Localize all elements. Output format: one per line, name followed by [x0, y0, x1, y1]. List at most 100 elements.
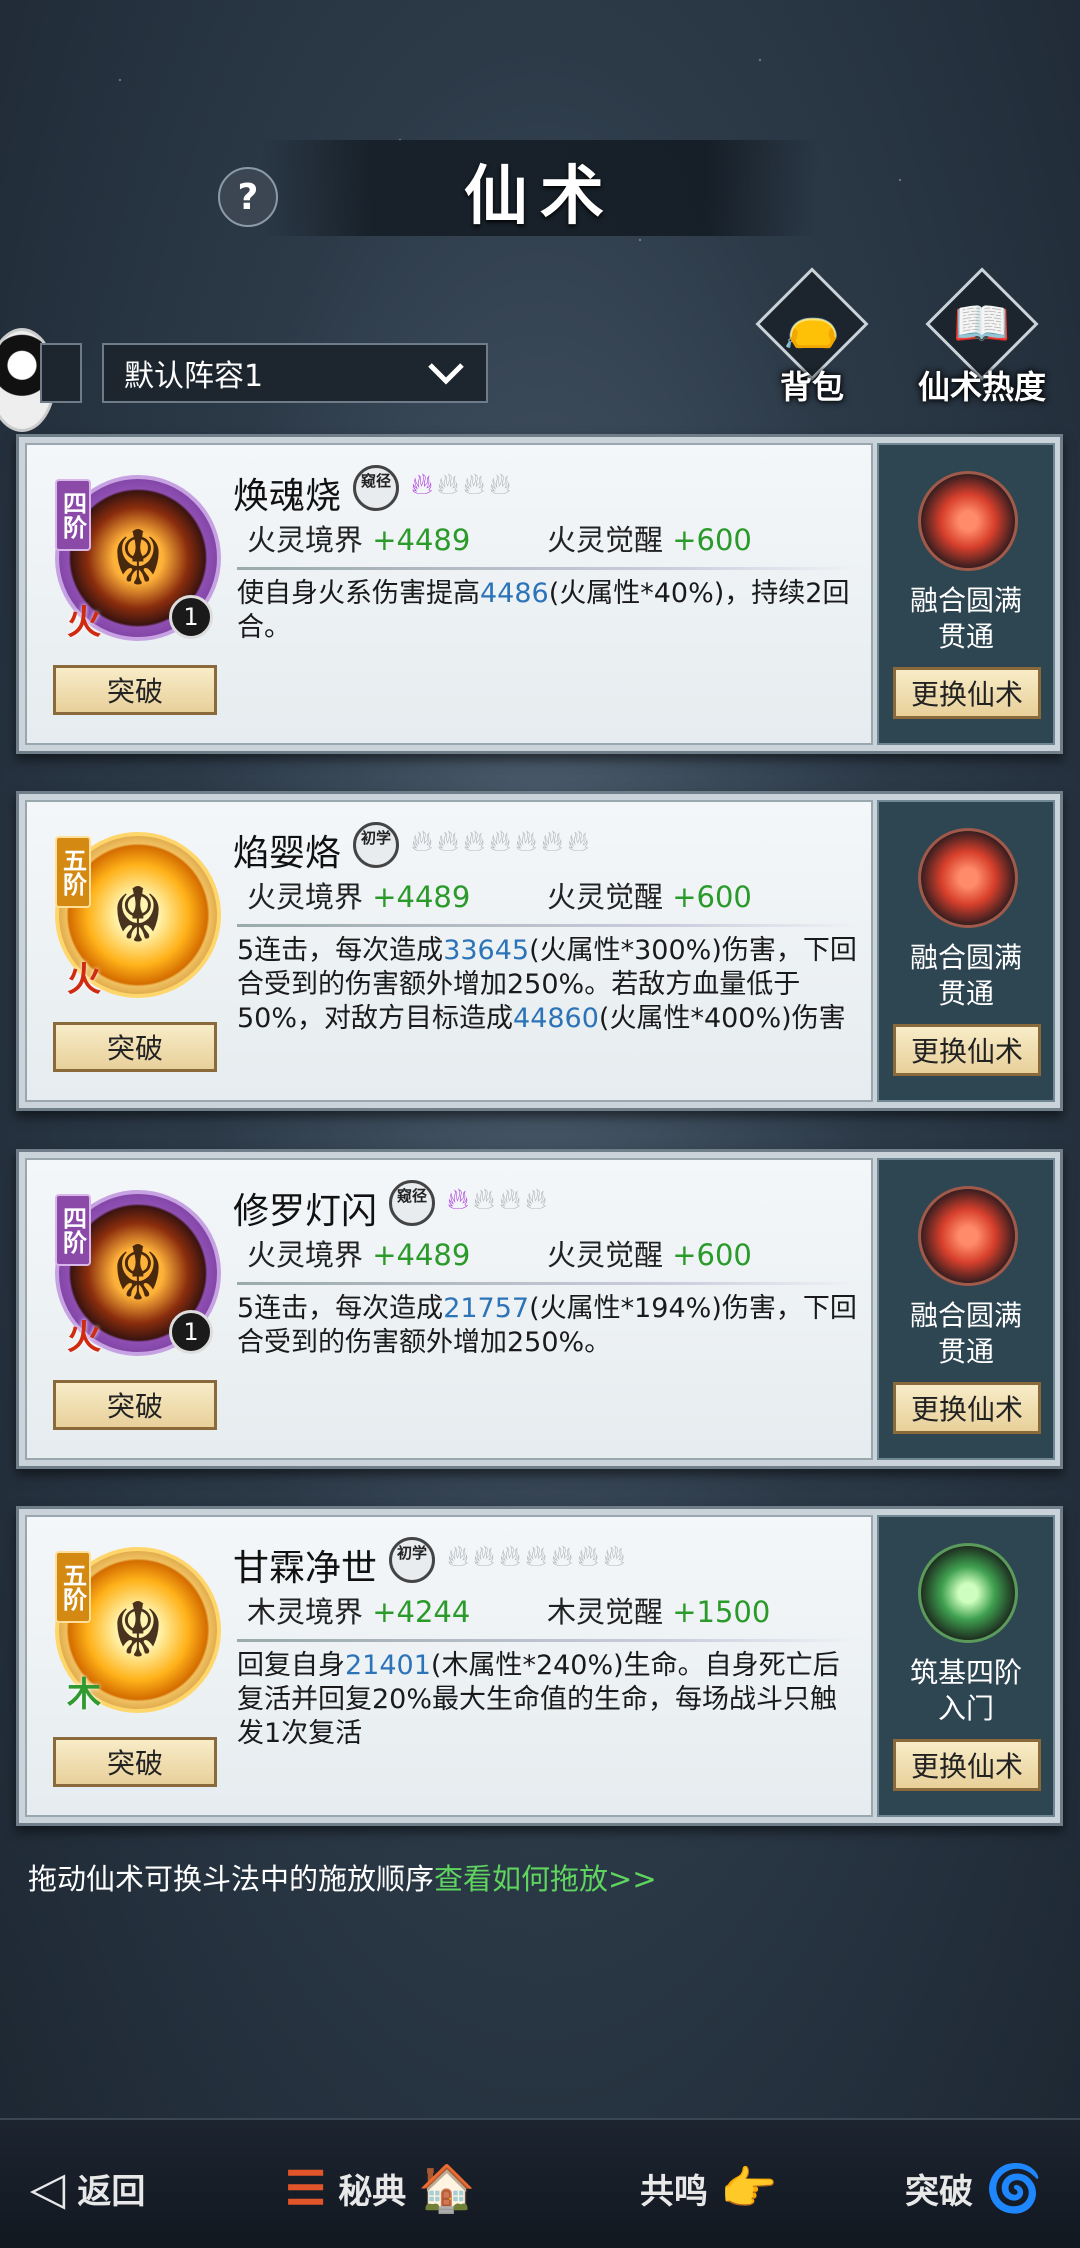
- fusion-status-line2: 贯通: [937, 977, 994, 1010]
- drag-howto-link[interactable]: 查看如何拖放>>: [434, 1862, 657, 1896]
- bag-icon: 👝: [783, 296, 841, 350]
- skill-figure-icon: ☬: [111, 1228, 165, 1318]
- change-skill-button[interactable]: 更换仙术: [893, 667, 1041, 719]
- skill-card-body: ☬ 五阶火突破 焰婴烙 初学 🔥︎ 🔥︎ 🔥︎ 🔥︎ 🔥︎ 🔥︎ 🔥︎ 火灵境界 +4489 火灵觉醒 …: [25, 800, 873, 1102]
- back-button[interactable]: ◁ 返回: [30, 2158, 145, 2218]
- flame-icon: 🔥︎: [473, 1182, 496, 1217]
- stat-awaken-label: 火灵觉醒: [547, 523, 664, 557]
- flame-icon: 🔥︎: [447, 1539, 470, 1574]
- stat-realm: 火灵境界 +4489: [247, 874, 470, 916]
- skill-name: 甘霖净世: [233, 1548, 378, 1589]
- stat-awaken-value: +1500: [672, 1595, 771, 1629]
- lineup-select[interactable]: 默认阵容1: [102, 343, 488, 403]
- skill-name: 焕魂烧: [233, 476, 342, 517]
- skill-heat-button[interactable]: 📖 仙术热度: [918, 267, 1046, 406]
- rank-seal: 初学: [353, 822, 399, 868]
- stat-awaken-label: 火灵觉醒: [547, 1238, 664, 1272]
- skill-description: 回复自身21401(木属性*240%)生命。自身死亡后复活并回复20%最大生命值…: [237, 1649, 857, 1751]
- book-flame-icon: 📖: [953, 296, 1011, 350]
- secret-book-button[interactable]: ☰ 秘典 🏠: [285, 2158, 476, 2218]
- breakthrough-nav-button[interactable]: 突破 🌀: [905, 2158, 1042, 2218]
- fusion-status: 融合圆满 贯通: [879, 583, 1053, 655]
- divider: [237, 1639, 857, 1642]
- flame-icon: 🔥︎: [473, 1539, 496, 1574]
- description-text: (火属性*400%)伤害: [598, 1003, 846, 1034]
- resonance-label: 共鸣: [640, 2171, 708, 2212]
- resonance-button[interactable]: 共鸣 👉: [640, 2158, 777, 2218]
- phoenix-emblem-icon: [918, 828, 1018, 928]
- skill-figure-icon: ☬: [111, 1585, 165, 1675]
- change-skill-button[interactable]: 更换仙术: [893, 1382, 1041, 1434]
- element-label: 火: [67, 603, 101, 643]
- stat-realm-label: 火灵境界: [247, 1238, 364, 1272]
- skill-card-side: 融合圆满 贯通 更换仙术: [877, 1158, 1055, 1460]
- flame-icon: 🔥︎: [411, 467, 434, 502]
- drag-hint-text: 拖动仙术可换斗法中的施放顺序: [28, 1862, 435, 1896]
- stat-realm: 火灵境界 +4489: [247, 517, 470, 559]
- phoenix-emblem-icon: [918, 471, 1018, 571]
- secret-book-label: 秘典: [338, 2171, 407, 2212]
- description-value: 21401: [345, 1650, 431, 1681]
- back-arrow-icon: ◁: [30, 2161, 66, 2215]
- skill-card[interactable]: ☬ 四阶火 1 突破 焕魂烧 窥径 🔥︎ 🔥︎ 🔥︎ 🔥︎ 火灵境界 +4489 火灵觉醒 +600 使…: [16, 434, 1063, 754]
- swirl-icon: 🌀: [985, 2160, 1043, 2215]
- description-text: 回复自身: [237, 1650, 345, 1681]
- bottom-nav: ◁ 返回 ☰ 秘典 🏠 共鸣 👉 突破 🌀: [0, 2118, 1080, 2248]
- stat-awaken: 火灵觉醒 +600: [547, 517, 752, 559]
- breakthrough-button[interactable]: 突破: [53, 1737, 217, 1787]
- skill-card[interactable]: ☬ 四阶火 1 突破 修罗灯闪 窥径 🔥︎ 🔥︎ 🔥︎ 🔥︎ 火灵境界 +4489 火灵觉醒 +600…: [16, 1149, 1063, 1469]
- skill-card[interactable]: ☬ 五阶木突破 甘霖净世 初学 🔥︎ 🔥︎ 🔥︎ 🔥︎ 🔥︎ 🔥︎ 🔥︎ 木灵境界 +4244 木灵觉醒…: [16, 1506, 1063, 1826]
- filter-button[interactable]: [40, 343, 82, 403]
- divider: [237, 1282, 857, 1285]
- flame-icon: 🔥︎: [489, 467, 512, 502]
- lineup-select-value: 默认阵容1: [124, 359, 264, 394]
- flame-icon: 🔥︎: [463, 824, 486, 859]
- skill-card-body: ☬ 五阶木突破 甘霖净世 初学 🔥︎ 🔥︎ 🔥︎ 🔥︎ 🔥︎ 🔥︎ 🔥︎ 木灵境界 +4244 木灵觉醒…: [25, 1515, 873, 1817]
- divider: [237, 567, 857, 570]
- flame-icon: 🔥︎: [525, 1182, 548, 1217]
- flame-icon: 🔥︎: [551, 1539, 574, 1574]
- flame-icon: 🔥︎: [489, 824, 512, 859]
- element-label: 火: [67, 1318, 101, 1358]
- skill-figure-icon: ☬: [111, 513, 165, 603]
- flame-icon: 🔥︎: [515, 824, 538, 859]
- house-icon: 🏠: [418, 2160, 476, 2215]
- rank-seal: 初学: [389, 1537, 435, 1583]
- stat-awaken: 火灵觉醒 +600: [547, 874, 752, 916]
- help-button[interactable]: ?: [218, 167, 278, 227]
- skill-description: 5连击，每次造成21757(火属性*194%)伤害，下回合受到的伤害额外增加25…: [237, 1292, 857, 1360]
- skill-card-body: ☬ 四阶火 1 突破 修罗灯闪 窥径 🔥︎ 🔥︎ 🔥︎ 🔥︎ 火灵境界 +4489 火灵觉醒 +600…: [25, 1158, 873, 1460]
- breakthrough-button[interactable]: 突破: [53, 1380, 217, 1430]
- stat-awaken-value: +600: [672, 880, 752, 914]
- change-skill-button[interactable]: 更换仙术: [893, 1739, 1041, 1791]
- bag-button[interactable]: 👝 背包: [750, 267, 874, 406]
- skill-card-side: 融合圆满 贯通更换仙术: [877, 443, 1055, 745]
- stat-awaken-label: 火灵觉醒: [547, 880, 664, 914]
- breakthrough-button[interactable]: 突破: [53, 665, 217, 715]
- breakthrough-nav-label: 突破: [905, 2171, 973, 2212]
- fusion-status-line2: 入门: [937, 1692, 994, 1725]
- flame-icon: 🔥︎: [603, 1539, 626, 1574]
- flame-icon: 🔥︎: [447, 1182, 470, 1217]
- flame-icon: 🔥︎: [437, 824, 460, 859]
- description-value: 44860: [513, 1003, 599, 1034]
- stat-realm-label: 火灵境界: [247, 880, 364, 914]
- skill-name: 修罗灯闪: [233, 1191, 378, 1232]
- fusion-status-line1: 融合圆满: [909, 941, 1022, 974]
- skill-card[interactable]: ☬ 五阶火突破 焰婴烙 初学 🔥︎ 🔥︎ 🔥︎ 🔥︎ 🔥︎ 🔥︎ 🔥︎ 火灵境界 +4489 火灵觉醒 …: [16, 791, 1063, 1111]
- change-skill-button[interactable]: 更换仙术: [893, 1024, 1041, 1076]
- description-text: 5连击，每次造成: [237, 1293, 444, 1324]
- fusion-status: 筑基四阶 入门: [879, 1655, 1053, 1727]
- description-value: 21757: [443, 1293, 530, 1324]
- fusion-status-line1: 融合圆满: [909, 584, 1022, 617]
- description-value: 33645: [443, 935, 530, 966]
- drag-hint: 拖动仙术可换斗法中的施放顺序查看如何拖放>>: [28, 1856, 657, 1898]
- flame-icon: 🔥︎: [567, 824, 590, 859]
- divider: [237, 924, 857, 927]
- stat-realm: 火灵境界 +4489: [247, 1232, 470, 1274]
- breakthrough-button[interactable]: 突破: [53, 1022, 217, 1072]
- flame-icon: 🔥︎: [463, 467, 486, 502]
- stat-awaken-value: +600: [672, 523, 752, 557]
- stat-realm-value: +4489: [372, 880, 471, 914]
- stat-realm-value: +4244: [372, 1595, 471, 1629]
